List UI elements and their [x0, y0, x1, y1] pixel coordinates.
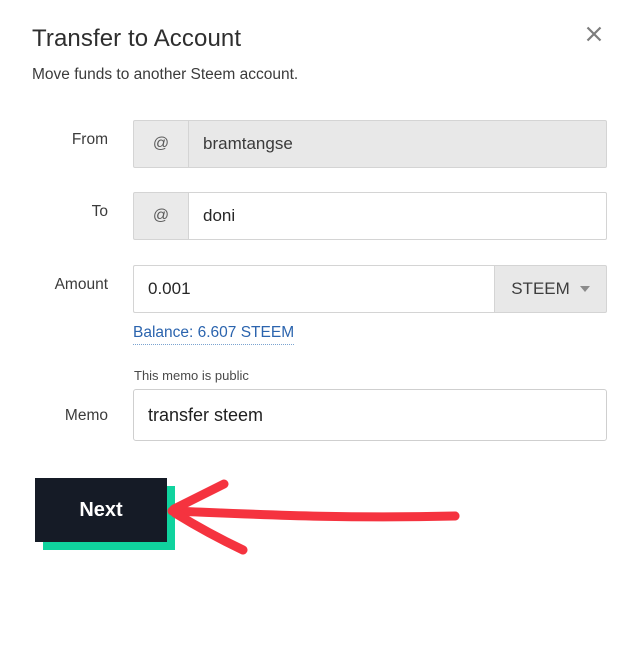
memo-label: Memo: [64, 407, 108, 424]
memo-hint: This memo is public: [134, 368, 249, 383]
currency-select-value: STEEM: [511, 279, 570, 298]
close-button[interactable]: [578, 18, 610, 50]
from-label: From: [71, 131, 108, 148]
to-field-group: @: [133, 192, 607, 240]
next-button-group: Next: [35, 478, 175, 550]
page-title: Transfer to Account: [32, 25, 242, 52]
annotation-arrow: [167, 479, 460, 555]
at-symbol-prefix-to: @: [133, 192, 188, 240]
currency-select[interactable]: STEEM: [494, 265, 607, 313]
transfer-to-account-dialog: Transfer to Account Move funds to anothe…: [0, 0, 640, 665]
dialog-subtitle: Move funds to another Steem account.: [32, 66, 299, 83]
chevron-down-icon: [579, 286, 590, 292]
balance-link[interactable]: Balance: 6.607 STEEM: [133, 324, 295, 345]
amount-input[interactable]: [133, 265, 494, 313]
at-symbol-prefix-from: @: [133, 120, 188, 168]
next-button[interactable]: Next: [35, 478, 167, 542]
from-field-group: @: [133, 120, 607, 168]
amount-label: Amount: [54, 276, 108, 293]
to-account-input[interactable]: [188, 192, 607, 240]
from-account-input[interactable]: [188, 120, 607, 168]
to-label: To: [91, 203, 108, 220]
close-icon: [584, 24, 604, 44]
memo-input[interactable]: [133, 389, 607, 441]
amount-field-group: STEEM: [133, 265, 607, 313]
